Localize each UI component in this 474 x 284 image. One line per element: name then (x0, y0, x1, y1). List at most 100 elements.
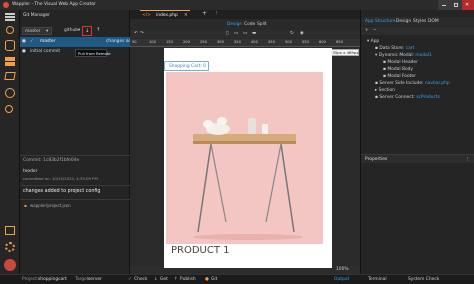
terminal-tab[interactable]: Terminal (368, 277, 387, 282)
shopping-cart-button[interactable]: Shopping Cart: 0 (164, 61, 209, 71)
changed-file[interactable]: wappler/project.json (30, 204, 71, 208)
code-mode-button[interactable]: Code (244, 22, 255, 27)
commit-status-dot-icon: ● (22, 39, 26, 44)
commit-dot-icon: ● (22, 49, 26, 54)
chevron-down-icon: ▾ (46, 28, 49, 34)
vase (248, 118, 256, 134)
tree-label: Server Connect: (379, 95, 417, 100)
ruler-tick: 150 (166, 40, 173, 44)
split-mode-button[interactable]: Split (257, 22, 267, 27)
get-button[interactable]: Get (160, 277, 168, 282)
zoom-level[interactable]: 100% (336, 267, 349, 272)
tree-label: App (370, 39, 380, 44)
close-button[interactable]: ✕ (462, 0, 474, 10)
ruler-tick: 500 (285, 40, 292, 44)
tree-label: Data Store: (379, 46, 406, 51)
tree-label: Dynamic Modal: (378, 53, 416, 58)
canvas-scrollbar[interactable] (347, 58, 357, 268)
hamburger-menu-icon[interactable] (5, 13, 15, 15)
tab-menu-icon[interactable]: ⋮ (214, 11, 218, 16)
properties-title: Properties (365, 156, 388, 162)
desktop-icon[interactable]: ▬ (252, 31, 256, 36)
properties-header[interactable]: Properties ⋮ (361, 154, 474, 163)
tree-item-include[interactable]: ▪ Server Side Include: navbar.php (375, 81, 450, 86)
target-select[interactable]: server (88, 277, 102, 282)
check-icon: ✓ (30, 39, 34, 44)
system-check-tab[interactable]: System Check (408, 277, 439, 282)
user-avatar-icon[interactable] (4, 259, 16, 271)
minimize-button[interactable] (438, 0, 450, 10)
ruler-tick: 100 (149, 40, 156, 44)
design-tab[interactable]: Design (396, 19, 411, 24)
output-tab[interactable]: Output (334, 277, 349, 282)
remote-label[interactable]: github (64, 28, 78, 33)
laptop-icon[interactable]: ▭ (243, 31, 247, 36)
check-button[interactable]: Check (134, 277, 148, 282)
design-mode-button[interactable]: Design (227, 22, 242, 27)
title-bar: Wappler - The Visual Web App Creator ✕ (0, 0, 474, 10)
check-icon: ✓ (128, 277, 132, 282)
tree-item-section[interactable]: ▸ Section (375, 88, 395, 93)
server-icon[interactable] (5, 57, 15, 61)
tree-item-modal-header[interactable]: ▪ Modal Header (383, 60, 418, 65)
git-panel-title: Git Manager (23, 13, 50, 18)
styles-tab[interactable]: Styles (413, 19, 426, 24)
size-badge-text: 735px x 469px (330, 50, 359, 56)
tab-label: index.php (156, 12, 178, 18)
table-leg (210, 143, 227, 223)
tree-item-app[interactable]: ▾ App (367, 39, 380, 44)
layers-icon[interactable] (4, 72, 16, 80)
pull-from-remote-button[interactable]: ↓ (82, 26, 92, 36)
ornament (217, 117, 227, 125)
table-top (193, 134, 296, 141)
globe-icon[interactable] (5, 88, 15, 98)
publish-button[interactable]: Publish (180, 277, 196, 282)
status-bar: Project: shoppingcart Target: server ✓ C… (0, 274, 474, 284)
table-shadow (193, 234, 303, 240)
tree-item-data-store[interactable]: ▪ Data Store: cart (375, 46, 414, 51)
pages-icon[interactable] (5, 226, 15, 235)
refresh-icon[interactable]: ↻ (290, 31, 294, 36)
properties-menu-icon[interactable]: ⋮ (465, 157, 469, 162)
tree-item-modal-body[interactable]: ▪ Modal Body (383, 67, 413, 72)
tree-value: modal1 (415, 53, 432, 58)
preview-icon[interactable]: ◉ (300, 31, 304, 36)
tab-close-icon[interactable]: ✕ (184, 13, 188, 18)
commit-branch-label: master (40, 39, 56, 44)
mobile-icon[interactable]: ▯ (226, 31, 228, 36)
search-icon[interactable] (5, 105, 13, 113)
push-button[interactable]: ↑ (94, 26, 104, 36)
maximize-button[interactable] (450, 0, 462, 10)
ruler-tick: 400 (251, 40, 258, 44)
table-leg (265, 143, 282, 223)
product-image[interactable] (166, 72, 323, 244)
database-icon[interactable] (5, 40, 15, 51)
php-file-icon: </> (142, 12, 151, 18)
project-select[interactable]: shoppingcart (38, 277, 67, 282)
settings-icon[interactable] (5, 242, 15, 252)
git-status[interactable]: Git (211, 277, 217, 282)
file-icon: ▪ (24, 203, 27, 208)
structure-panel: App Structure Design Styles DOM + − ▾ Ap… (360, 10, 474, 274)
tree-item-dynamic-modal[interactable]: ▾ Dynamic Modal: modal1 (375, 53, 432, 58)
tablet-icon[interactable]: ▭ (234, 31, 238, 36)
add-icon[interactable]: + (365, 28, 369, 33)
app-structure-tab[interactable]: App Structure (365, 19, 395, 24)
redo-icon[interactable]: ↷ (140, 31, 144, 36)
branch-select[interactable]: master ▾ (22, 27, 52, 35)
remote-chevron-icon: ▾ (78, 28, 81, 33)
commit-row-selected[interactable]: ● ✓ master changes added... (20, 37, 144, 47)
delete-icon[interactable]: − (373, 28, 377, 33)
commit-hash: Commit: 1c83b2f1bfe04e (23, 158, 80, 163)
git-icon[interactable] (6, 26, 14, 34)
ruler: 50 100 150 200 250 300 350 400 450 500 5… (130, 39, 360, 47)
dom-tab[interactable]: DOM (428, 19, 439, 24)
tree-item-server-connect[interactable]: ▪ Server Connect: scProducts (375, 95, 440, 100)
wappler-logo-icon (3, 2, 9, 8)
undo-icon[interactable]: ↶ (134, 31, 138, 36)
tab-index-php[interactable]: </> index.php ✕ (140, 10, 190, 19)
new-tab-icon[interactable]: + (202, 11, 207, 17)
tree-item-modal-footer[interactable]: ▪ Modal Footer (383, 74, 416, 79)
commit-title: initial commit (30, 49, 61, 54)
ruler-tick: 650 (336, 40, 343, 44)
